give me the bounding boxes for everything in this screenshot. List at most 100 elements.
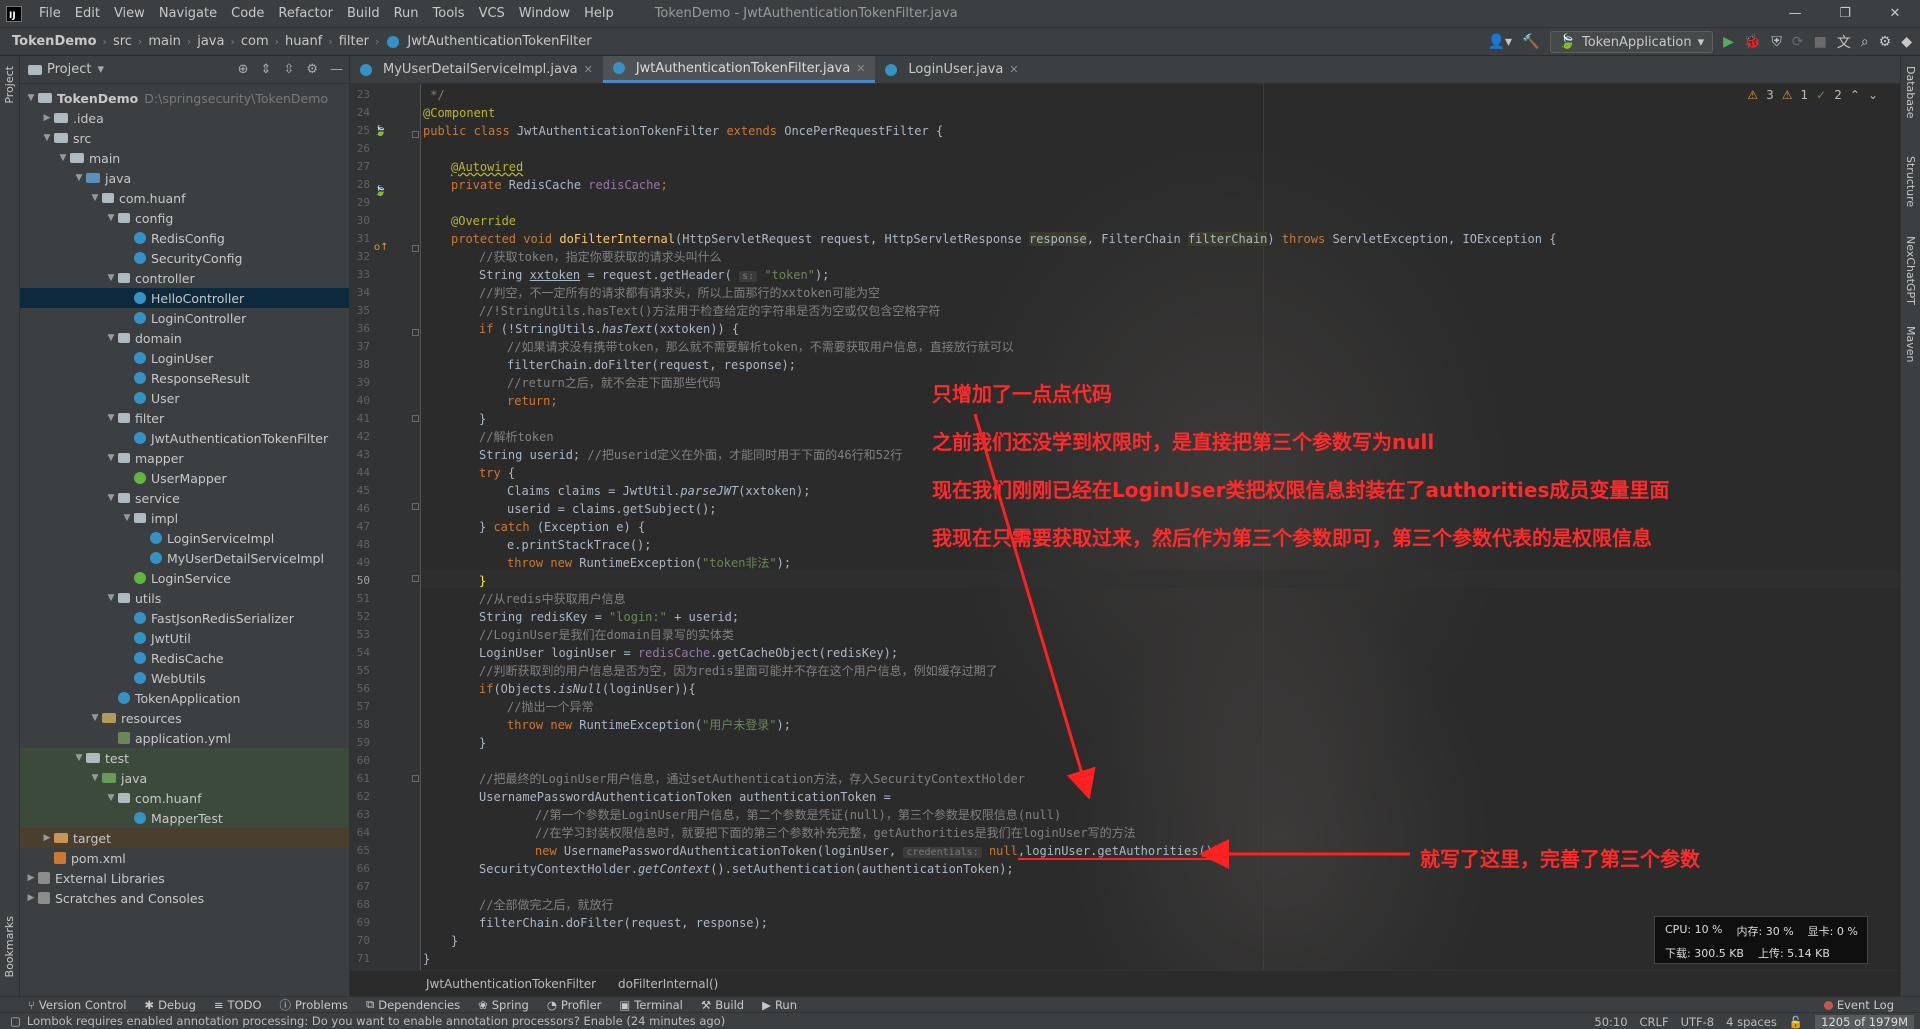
tree-item[interactable]: JwtAuthenticationTokenFilter (20, 428, 349, 448)
tree-item[interactable]: ▼ java (20, 768, 349, 788)
tree-item[interactable]: WebUtils (20, 668, 349, 688)
problems-tool-button[interactable]: ⓘ Problems (280, 997, 349, 1013)
chevron-down-icon[interactable]: ▼ (40, 133, 54, 143)
nexchatgpt-tool-button[interactable]: NexChatGPT (1904, 236, 1917, 305)
chevron-down-icon[interactable]: ▼ (104, 333, 118, 343)
search-icon[interactable]: ⌕ (1861, 34, 1869, 50)
minimize-button[interactable]: — (1770, 0, 1820, 28)
tree-item[interactable]: ▼ config (20, 208, 349, 228)
tree-item[interactable]: MyUserDetailServiceImpl (20, 548, 349, 568)
menu-navigate[interactable]: Navigate (152, 6, 224, 21)
line-separator[interactable]: CRLF (1640, 1015, 1669, 1029)
debug-icon[interactable]: 🐞 (1744, 34, 1761, 50)
event-log-tool-button[interactable]: Event Log (1837, 998, 1894, 1012)
tree-item[interactable]: ResponseResult (20, 368, 349, 388)
tree-item[interactable]: JwtUtil (20, 628, 349, 648)
chevron-down-icon[interactable]: ▼ (88, 773, 102, 783)
tree-item[interactable]: pom.xml (20, 848, 349, 868)
menu-build[interactable]: Build (340, 6, 387, 21)
menu-code[interactable]: Code (224, 6, 271, 21)
tree-item[interactable]: ▼ impl (20, 508, 349, 528)
tree-item[interactable]: ▼ com.huanf (20, 788, 349, 808)
chevron-right-icon[interactable]: ▶ (24, 873, 38, 883)
version-control-tool-button[interactable]: ⑂ Version Control (28, 998, 126, 1012)
memory-indicator[interactable]: 1205 of 1979M (1815, 1014, 1914, 1029)
chevron-right-icon[interactable]: ▶ (24, 893, 38, 903)
chevron-down-icon[interactable]: ▼ (88, 193, 102, 203)
bookmarks-tool-button[interactable]: Bookmarks (3, 916, 16, 977)
tree-item[interactable]: ▶ target (20, 828, 349, 848)
breadcrumb-method[interactable]: doFilterInternal() (618, 977, 718, 991)
tree-item[interactable]: UserMapper (20, 468, 349, 488)
terminal-tool-button[interactable]: ▣ Terminal (619, 998, 682, 1012)
breadcrumb-src[interactable]: src (109, 34, 136, 49)
tree-item[interactable]: ▼ src (20, 128, 349, 148)
tree-item[interactable]: ▼ domain (20, 328, 349, 348)
menu-refactor[interactable]: Refactor (271, 6, 340, 21)
gear-icon[interactable]: ⚙ (1879, 34, 1892, 50)
tree-item[interactable]: LoginController (20, 308, 349, 328)
jetbrains-logo-icon[interactable]: ◆ (1901, 34, 1912, 50)
chevron-down-icon[interactable]: ▼ (120, 513, 134, 523)
tree-item[interactable]: RedisCache (20, 648, 349, 668)
tree-item[interactable]: ▶ .idea (20, 108, 349, 128)
chevron-down-icon[interactable]: ▼ (72, 753, 86, 763)
stop-icon[interactable]: ■ (1814, 34, 1827, 50)
menu-file[interactable]: File (32, 6, 68, 21)
hide-icon[interactable]: — (330, 62, 343, 77)
tree-item[interactable]: ▼ mapper (20, 448, 349, 468)
tree-item[interactable]: ▼ com.huanf (20, 188, 349, 208)
breadcrumb-class[interactable]: JwtAuthenticationTokenFilter (426, 977, 596, 991)
locate-icon[interactable]: ⊕ (238, 62, 249, 77)
breadcrumb-filter[interactable]: filter (335, 34, 373, 49)
tree-item[interactable]: User (20, 388, 349, 408)
chevron-down-icon[interactable]: ▼ (104, 453, 118, 463)
breadcrumb-main[interactable]: main (144, 34, 184, 49)
close-icon[interactable]: ✕ (1009, 63, 1018, 76)
project-tool-button[interactable]: Project (3, 66, 16, 104)
status-message[interactable]: Lombok requires enabled annotation proce… (27, 1014, 725, 1028)
menu-view[interactable]: View (107, 6, 152, 21)
menu-help[interactable]: Help (577, 6, 621, 21)
dependencies-tool-button[interactable]: ⧉ Dependencies (366, 997, 460, 1012)
chevron-down-icon[interactable]: ▼ (104, 593, 118, 603)
menu-run[interactable]: Run (387, 6, 426, 21)
tree-item-selected[interactable]: HelloController (20, 288, 349, 308)
menu-edit[interactable]: Edit (68, 6, 107, 21)
chevron-down-icon[interactable]: ▼ (104, 273, 118, 283)
run-tool-button[interactable]: ▶ Run (762, 998, 797, 1012)
translate-icon[interactable]: 文 (1837, 32, 1851, 52)
code-editor[interactable]: 23 24 25 26 27 28 29 30 31 32 33 34 35 36 37 38 39 40 41 42… (350, 84, 1900, 970)
project-panel-title[interactable]: Project (47, 62, 91, 77)
chevron-down-icon[interactable]: ▼ (104, 413, 118, 423)
tree-item[interactable]: RedisConfig (20, 228, 349, 248)
maximize-button[interactable]: ❐ (1820, 0, 1870, 28)
menu-window[interactable]: Window (512, 6, 577, 21)
profiler-tool-button[interactable]: ◔ Profiler (547, 998, 602, 1012)
tree-item[interactable]: TokenApplication (20, 688, 349, 708)
chevron-right-icon[interactable]: ▶ (40, 113, 54, 123)
debug-tool-button[interactable]: ✱ Debug (144, 998, 195, 1012)
tree-item[interactable]: LoginUser (20, 348, 349, 368)
file-encoding[interactable]: UTF-8 (1681, 1015, 1715, 1029)
tree-item[interactable]: LoginService (20, 568, 349, 588)
breadcrumb-file[interactable]: JwtAuthenticationTokenFilter (403, 34, 595, 49)
tree-item[interactable]: LoginServiceImpl (20, 528, 349, 548)
close-button[interactable]: ✕ (1870, 0, 1920, 28)
profile-icon[interactable]: ⟳ (1792, 34, 1804, 50)
chevron-down-icon[interactable]: ▼ (104, 213, 118, 223)
database-tool-button[interactable]: Database (1904, 66, 1917, 119)
chevron-down-icon[interactable]: ▾ (97, 62, 104, 77)
expand-all-icon[interactable]: ⇕ (261, 62, 272, 77)
indent-setting[interactable]: 4 spaces (1726, 1015, 1777, 1029)
coverage-icon[interactable]: ⛨ (1771, 34, 1782, 50)
close-icon[interactable]: ✕ (856, 62, 865, 75)
todo-tool-button[interactable]: ≡ TODO (214, 998, 262, 1012)
tree-item[interactable]: SecurityConfig (20, 248, 349, 268)
build-hammer-icon[interactable]: 🔨 (1522, 34, 1539, 50)
menu-vcs[interactable]: VCS (472, 6, 512, 21)
chevron-down-icon[interactable]: ▼ (56, 153, 70, 163)
breadcrumb-huanf[interactable]: huanf (281, 34, 326, 49)
chevron-down-icon[interactable]: ▼ (88, 713, 102, 723)
build-tool-button[interactable]: ⚒ Build (701, 998, 744, 1012)
